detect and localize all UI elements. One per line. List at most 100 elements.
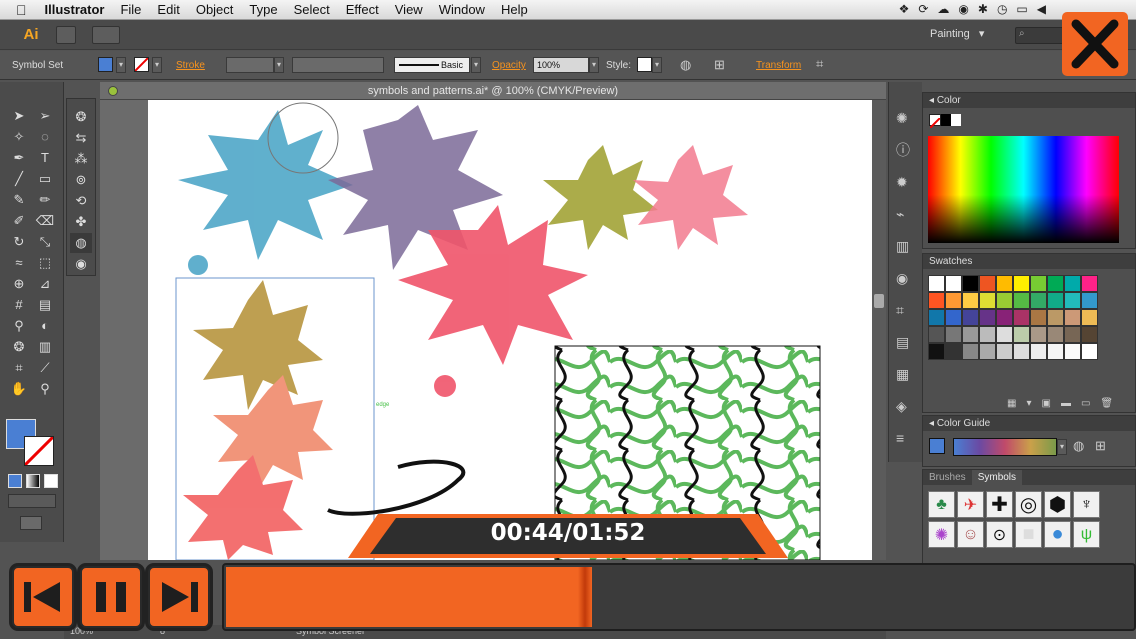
edit-colors-icon[interactable]: ◍ <box>1073 438 1084 454</box>
swatch-cell[interactable] <box>1030 326 1047 343</box>
harmony-rules-strip[interactable] <box>953 438 1057 456</box>
magic-wand-tool-icon[interactable]: ✧ <box>8 127 30 147</box>
symbol-stainer-icon[interactable]: ✤ <box>70 212 92 232</box>
symbol-screener-icon[interactable]: ◍ <box>70 233 92 253</box>
swatch-cell[interactable] <box>962 343 979 360</box>
menu-select[interactable]: Select <box>286 0 338 20</box>
slice-tool-icon[interactable]: ⟋ <box>34 358 56 378</box>
time-machine-icon[interactable]: ◷ <box>997 2 1007 16</box>
artboard-tool-icon[interactable]: ⌗ <box>8 358 30 378</box>
swatch-cell[interactable] <box>945 326 962 343</box>
swatch-cell[interactable] <box>1030 343 1047 360</box>
swatch-cell[interactable] <box>945 275 962 292</box>
menu-app-name[interactable]: Illustrator <box>37 0 113 20</box>
recolor-artwork-icon[interactable]: ◍ <box>680 57 691 73</box>
stroke-dropdown[interactable]: ▾ <box>152 57 162 73</box>
swatch-cell[interactable] <box>1030 309 1047 326</box>
swatch-cell[interactable] <box>996 343 1013 360</box>
menu-view[interactable]: View <box>387 0 431 20</box>
bluetooth-icon[interactable]: ✱ <box>978 2 988 16</box>
pathfinder-panel-icon[interactable]: ▦ <box>896 358 922 390</box>
swatch-cell[interactable] <box>1081 309 1098 326</box>
swatch-cell[interactable] <box>945 309 962 326</box>
brush-dropdown[interactable]: ▾ <box>471 57 481 73</box>
symbol-face[interactable]: ☺ <box>957 521 984 548</box>
swatch-cell[interactable] <box>996 309 1013 326</box>
info-panel-icon[interactable]: ⓘ <box>896 134 922 166</box>
zoom-tool-icon[interactable]: ⚲ <box>34 379 56 399</box>
menu-help[interactable]: Help <box>493 0 536 20</box>
swatch-cell[interactable] <box>1064 309 1081 326</box>
graphic-style-swatch[interactable] <box>637 57 652 72</box>
swatch-cell[interactable] <box>1081 343 1098 360</box>
swatch-cell[interactable] <box>962 309 979 326</box>
fill-dropdown[interactable]: ▾ <box>116 57 126 73</box>
camera-icon[interactable]: ◉ <box>958 2 968 16</box>
swatch-cell[interactable] <box>1064 343 1081 360</box>
swatch-cell[interactable] <box>962 275 979 292</box>
swatch-cell[interactable] <box>1013 343 1030 360</box>
menu-panel-icon[interactable]: ≡ <box>896 422 922 454</box>
transform-panel-icon[interactable]: ⌗ <box>896 294 922 326</box>
swatch-library-icon[interactable]: ▦ <box>1007 398 1026 409</box>
swatch-cell[interactable] <box>996 326 1013 343</box>
color-none-swatch[interactable] <box>929 114 941 129</box>
swatch-cell[interactable] <box>928 343 945 360</box>
transform-link[interactable]: Transform <box>756 60 801 71</box>
none-mode-button[interactable] <box>44 474 58 488</box>
rotate-tool-icon[interactable]: ↻ <box>8 232 30 252</box>
symbol-sprayer-icon[interactable]: ❂ <box>70 107 92 127</box>
swatch-cell[interactable] <box>1047 292 1064 309</box>
drawing-modes-button[interactable] <box>8 494 56 508</box>
new-swatch-icon[interactable]: ▭ <box>1081 398 1100 409</box>
align-panel-icon[interactable]: ▤ <box>896 326 922 358</box>
swatch-cell[interactable] <box>1013 326 1030 343</box>
harmony-dropdown[interactable]: ▾ <box>1057 439 1067 455</box>
pause-button[interactable] <box>80 566 142 628</box>
swatch-cell[interactable] <box>979 309 996 326</box>
pencil-tool-icon[interactable]: ✏ <box>34 190 56 210</box>
swatch-options-icon[interactable]: ▣ <box>1041 398 1060 409</box>
symbol-styler-icon[interactable]: ◉ <box>70 254 92 274</box>
previous-button[interactable] <box>12 566 74 628</box>
hand-tool-icon[interactable]: ✋ <box>8 379 30 399</box>
swatch-cell[interactable] <box>979 275 996 292</box>
swatch-cell[interactable] <box>979 343 996 360</box>
opacity-link[interactable]: Opacity <box>492 60 526 71</box>
menu-window[interactable]: Window <box>431 0 493 20</box>
document-close-icon[interactable] <box>108 86 118 96</box>
symbol-shifter-icon[interactable]: ⇆ <box>70 128 92 148</box>
symbol-airplane[interactable]: ✈ <box>957 491 984 518</box>
scale-tool-icon[interactable]: ⤡ <box>34 232 56 252</box>
volume-icon[interactable]: ◀ <box>1037 2 1046 16</box>
brush-panel-icon[interactable]: ✹ <box>896 166 922 198</box>
lasso-tool-icon[interactable]: ◌ <box>34 127 56 147</box>
swatch-cell[interactable] <box>945 343 962 360</box>
variable-width-field[interactable] <box>292 57 384 73</box>
stroke-weight-dropdown[interactable]: ▾ <box>274 57 284 73</box>
sync-icon[interactable]: ⟳ <box>918 2 928 16</box>
swatch-cell[interactable] <box>996 292 1013 309</box>
perspective-grid-tool-icon[interactable]: ⊿ <box>34 274 56 294</box>
gradient-mode-button[interactable] <box>26 474 40 488</box>
swatch-cell[interactable] <box>1013 309 1030 326</box>
appearance-panel-icon[interactable]: ◉ <box>896 262 922 294</box>
symbol-tree[interactable]: ♣ <box>928 491 955 518</box>
gradient-panel-icon[interactable]: ▥ <box>896 230 922 262</box>
swatch-cell[interactable] <box>1047 309 1064 326</box>
next-button[interactable] <box>148 566 210 628</box>
dropbox-icon[interactable]: ❖ <box>899 2 910 16</box>
stroke-link[interactable]: Stroke <box>176 60 205 71</box>
menu-edit[interactable]: Edit <box>149 0 187 20</box>
symbol-rounded-square[interactable]: ■ <box>1015 521 1042 548</box>
vertical-scrollbar[interactable] <box>872 100 886 560</box>
swatch-cell[interactable] <box>928 292 945 309</box>
new-color-group-icon[interactable]: ▬ <box>1061 398 1081 409</box>
stroke-color-box[interactable] <box>23 435 55 467</box>
swatch-cell[interactable] <box>1030 275 1047 292</box>
swatch-cell[interactable] <box>945 292 962 309</box>
apple-icon[interactable]:  <box>0 0 37 20</box>
menu-object[interactable]: Object <box>188 0 242 20</box>
stroke-swatch[interactable] <box>134 57 149 72</box>
free-transform-tool-icon[interactable]: ⬚ <box>34 253 56 273</box>
